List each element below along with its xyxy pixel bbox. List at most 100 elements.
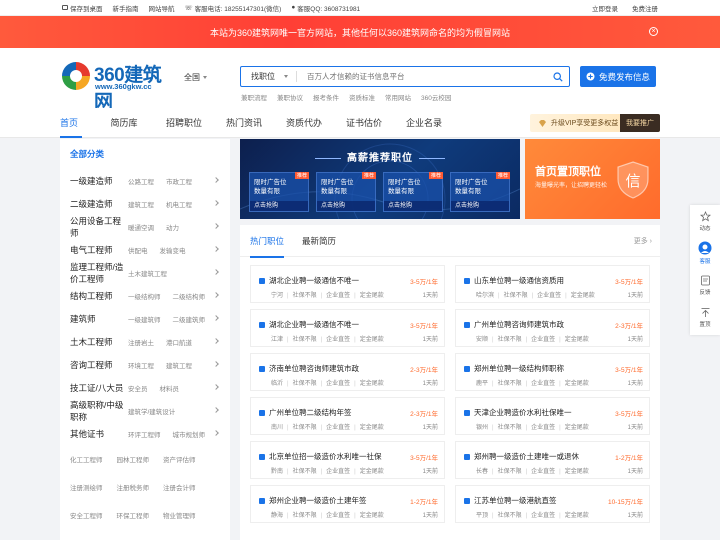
promote-button[interactable]: 我要推广 [620, 114, 660, 132]
hotlink[interactable]: 资质标准 [349, 92, 375, 102]
banner-close-icon[interactable]: × [649, 27, 658, 36]
float-service[interactable]: 客服 [690, 237, 720, 269]
job-title[interactable]: 郑州聘一级造价土建唯一或退休 [474, 451, 579, 462]
job-title[interactable]: 济南单位聘咨询师建筑市政 [269, 363, 359, 374]
city-selector[interactable]: 全国 [184, 72, 207, 83]
category-sub[interactable]: 动力 [166, 222, 179, 232]
hotlink[interactable]: 360云校园 [421, 92, 451, 102]
hotlink[interactable]: 兼职协议 [277, 92, 303, 102]
float-feedback[interactable]: 反馈 [690, 269, 720, 301]
category-sub[interactable]: 注册岩土 [128, 337, 154, 347]
search-input[interactable] [297, 72, 547, 81]
nav-news[interactable]: 热门资讯 [214, 108, 274, 138]
publish-button[interactable]: 免费发布信息 [580, 66, 656, 87]
promo-ad-card[interactable]: 推荐 限时广告位 数量有限 点击抢购 [316, 172, 376, 212]
nav-certificate-value[interactable]: 证书估价 [334, 108, 394, 138]
job-card[interactable]: 山东单位聘一级通信资质用 3-5万/1年 哈尔滨 | 社保不限 | 企业直签 | 定金尾款 1天前 [455, 265, 650, 303]
category-row[interactable]: 咨询工程师 环境工程 建筑工程 [70, 353, 220, 376]
category-sub[interactable]: 环保工程师 [117, 510, 150, 520]
nav-resumes[interactable]: 简历库 [94, 108, 154, 138]
job-title[interactable]: 湖北企业聘一级通信不唯一 [269, 275, 359, 286]
category-row[interactable]: 其他证书 环评工程师 城市规划师 [70, 422, 220, 445]
job-title[interactable]: 山东单位聘一级通信资质用 [474, 275, 564, 286]
search-type-select[interactable]: 找职位 [241, 71, 297, 82]
service-qq[interactable]: ● 客服QQ: 3608731981 [291, 3, 360, 13]
category-sub[interactable]: 化工工程师 [70, 454, 103, 464]
job-card[interactable]: 湖北企业聘一级通信不唯一 3-5万/1年 宁河 | 社保不限 | 企业直签 | 定金尾款 1天前 [250, 265, 445, 303]
job-title[interactable]: 湖北企业聘一级通信不唯一 [269, 319, 359, 330]
category-sub[interactable]: 一级建筑师 [128, 314, 161, 324]
top-position-banner[interactable]: 首页置顶职位 海量曝光率，让招聘更轻松 信 [525, 139, 660, 219]
promo-ad-card[interactable]: 推荐 限时广告位 数量有限 点击抢购 [249, 172, 309, 212]
category-sub[interactable]: 物业管理师 [163, 510, 196, 520]
nav-jobs[interactable]: 招聘职位 [154, 108, 214, 138]
register-link[interactable]: 免费注册 [632, 3, 658, 13]
promo-buy-button[interactable]: 点击抢购 [384, 201, 442, 211]
hotlink[interactable]: 常用网站 [385, 92, 411, 102]
promo-ad-card[interactable]: 推荐 限时广告位 数量有限 点击抢购 [383, 172, 443, 212]
category-row[interactable]: 技工证/八大员 安全员 材料员 [70, 376, 220, 399]
category-row[interactable]: 土木工程师 注册岩土 港口航道 [70, 330, 220, 353]
category-row[interactable]: 公用设备工程师 暖通空调 动力 [70, 215, 220, 238]
category-main[interactable]: 咨询工程师 [70, 359, 128, 371]
job-card[interactable]: 广州单位聘二级结构年签 2-3万/1年 南川 | 社保不限 | 企业直签 | 定金尾款 1天前 [250, 397, 445, 435]
category-sub[interactable]: 环境工程 [128, 360, 154, 370]
category-row[interactable]: 一级建造师 公路工程 市政工程 [70, 169, 220, 192]
category-main[interactable]: 公用设备工程师 [70, 215, 128, 239]
job-title[interactable]: 天津企业聘造价水利社保唯一 [474, 407, 572, 418]
job-card[interactable]: 郑州企业聘一级造价土建年签 1-2万/1年 静海 | 社保不限 | 企业直签 | 定金尾款 1天前 [250, 485, 445, 523]
category-sub[interactable]: 建筑学/建筑设计 [128, 406, 175, 416]
category-main[interactable]: 结构工程师 [70, 290, 128, 302]
job-card[interactable]: 天津企业聘造价水利社保唯一 3-5万/1年 银州 | 社保不限 | 企业直签 | 定金尾款 1天前 [455, 397, 650, 435]
category-main[interactable]: 技工证/八大员 [70, 382, 128, 394]
category-sub[interactable]: 注册税务师 [117, 482, 150, 492]
login-link[interactable]: 立即登录 [592, 3, 618, 13]
category-sub[interactable]: 二级结构师 [173, 291, 206, 301]
category-sub[interactable]: 建筑工程 [128, 199, 154, 209]
category-sub[interactable]: 机电工程 [166, 199, 192, 209]
promo-buy-button[interactable]: 点击抢购 [451, 201, 509, 211]
category-main[interactable]: 监理工程师/造价工程师 [70, 261, 128, 285]
category-sub[interactable]: 建筑工程 [166, 360, 192, 370]
category-sub[interactable]: 安全工程师 [70, 510, 103, 520]
category-main[interactable]: 高级职称/中级职称 [70, 399, 128, 423]
category-row[interactable]: 结构工程师 一级结构师 二级结构师 [70, 284, 220, 307]
category-row[interactable]: 二级建造师 建筑工程 机电工程 [70, 192, 220, 215]
category-main[interactable]: 一级建造师 [70, 175, 128, 187]
category-sub[interactable]: 市政工程 [166, 176, 192, 186]
job-title[interactable]: 广州单位聘咨询师建筑市政 [474, 319, 564, 330]
search-button[interactable] [547, 68, 569, 85]
site-logo[interactable]: 360建筑网 www.360gkw.cc [60, 60, 168, 113]
job-title[interactable]: 郑州企业聘一级造价土建年签 [269, 495, 367, 506]
category-row[interactable]: 建筑师 一级建筑师 二级建筑师 [70, 307, 220, 330]
category-sub[interactable]: 港口航道 [166, 337, 192, 347]
category-sub[interactable]: 发输变电 [160, 245, 186, 255]
job-title[interactable]: 广州单位聘二级结构年签 [269, 407, 352, 418]
job-card[interactable]: 江苏单位聘一级港航直签 10-15万/1年 平顶 | 社保不限 | 企业直签 | 定金尾款 1天前 [455, 485, 650, 523]
newbie-guide-link[interactable]: 新手指南 [113, 3, 139, 13]
category-sub[interactable]: 园林工程师 [117, 454, 150, 464]
tab-hot-jobs[interactable]: 热门职位 [250, 235, 285, 258]
job-card[interactable]: 北京单位招一级造价水利唯一社保 3-5万/1年 黔南 | 社保不限 | 企业直签 | 定金尾款 1… [250, 441, 445, 479]
float-dynamic[interactable]: 动态 [690, 205, 720, 237]
category-main[interactable]: 二级建造师 [70, 198, 128, 210]
category-sub[interactable]: 城市规划师 [173, 429, 206, 439]
category-main[interactable]: 建筑师 [70, 313, 128, 325]
category-main[interactable]: 土木工程师 [70, 336, 128, 348]
job-card[interactable]: 广州单位聘咨询师建筑市政 2-3万/1年 安顺 | 社保不限 | 企业直签 | 定金尾款 1天前 [455, 309, 650, 347]
job-card[interactable]: 郑州聘一级造价土建唯一或退休 1-2万/1年 长春 | 社保不限 | 企业直签 | 定金尾款 1天… [455, 441, 650, 479]
promo-ad-card[interactable]: 推荐 限时广告位 数量有限 点击抢购 [450, 172, 510, 212]
category-row[interactable]: 监理工程师/造价工程师 土木建筑工程 [70, 261, 220, 284]
promo-buy-button[interactable]: 点击抢购 [317, 201, 375, 211]
category-sub[interactable]: 安全员 [128, 383, 148, 393]
category-sub[interactable]: 注册会计师 [163, 482, 196, 492]
category-sub[interactable]: 土木建筑工程 [128, 268, 167, 278]
category-main[interactable]: 电气工程师 [70, 244, 128, 256]
category-sub[interactable]: 材料员 [160, 383, 180, 393]
category-sub[interactable]: 注册测绘师 [70, 482, 103, 492]
nav-qualification[interactable]: 资质代办 [274, 108, 334, 138]
category-sub[interactable]: 一级结构师 [128, 291, 161, 301]
float-top[interactable]: 置顶 [690, 301, 720, 333]
hotlink[interactable]: 兼职流程 [241, 92, 267, 102]
job-card[interactable]: 湖北企业聘一级通信不唯一 3-5万/1年 江津 | 社保不限 | 企业直签 | 定金尾款 1天前 [250, 309, 445, 347]
